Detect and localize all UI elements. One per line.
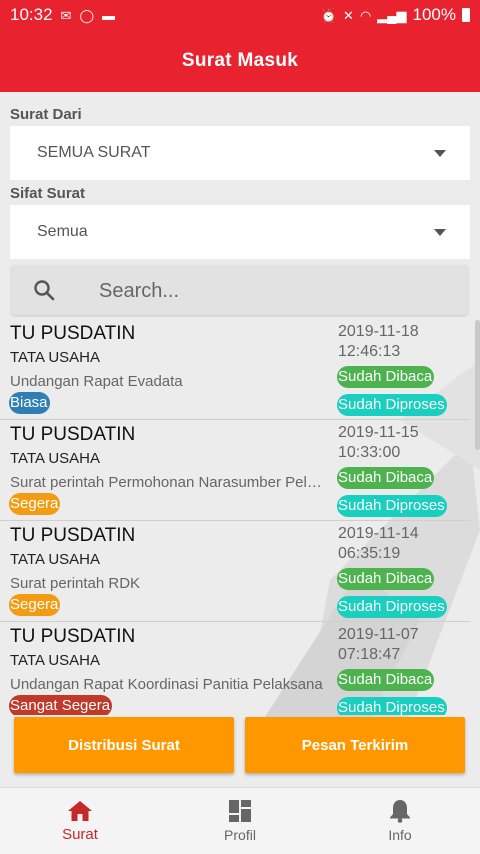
bell-icon (390, 800, 410, 823)
nav-profil[interactable]: Profil (160, 788, 320, 854)
letter-date: 2019-11-14 (338, 525, 419, 542)
status-bar: 10:32 ✉ ◯ ▬ ⏰ ✕ ◠ ▂▄▆ 100% (0, 0, 480, 30)
letter-datetime: 2019-11-18 12:46:13 (338, 322, 419, 362)
status-time: 10:32 (10, 5, 53, 24)
sifat-badge: Segera (9, 493, 61, 515)
scrollbar[interactable] (475, 320, 480, 450)
letter-time: 10:33:00 (338, 444, 401, 461)
surat-dari-dropdown[interactable]: SEMUA SURAT (10, 126, 470, 180)
app-bar: Surat Masuk (0, 30, 480, 92)
letter-datetime: 2019-11-07 07:18:47 (338, 625, 419, 665)
sifat-surat-value: Semua (37, 223, 88, 240)
read-status-badge: Sudah Dibaca (337, 467, 435, 489)
letter-item[interactable]: TU PUSDATIN TATA USAHA Undangan Rapat Ev… (0, 320, 470, 420)
home-icon (68, 800, 92, 821)
letter-date: 2019-11-07 (338, 626, 419, 643)
letter-subject: Undangan Rapat Koordinasi Panitia Pelaks… (10, 676, 323, 693)
letter-time: 12:46:13 (338, 343, 401, 360)
search-bar (11, 265, 468, 315)
sifat-badge: Sangat Segera (9, 695, 113, 715)
sifat-badge: Biasa (9, 392, 50, 414)
search-icon[interactable] (33, 279, 55, 301)
letter-list: TU PUSDATIN TATA USAHA Undangan Rapat Ev… (0, 320, 470, 715)
nav-profil-label: Profil (224, 827, 256, 843)
process-status-badge: Sudah Diproses (337, 697, 447, 715)
letter-time: 07:18:47 (338, 646, 401, 663)
process-status-badge: Sudah Diproses (337, 495, 447, 517)
read-status-badge: Sudah Dibaca (337, 366, 435, 388)
mail-icon: ✉ (60, 7, 72, 23)
sifat-badge: Segera (9, 594, 61, 616)
process-status-badge: Sudah Diproses (337, 394, 447, 416)
distribusi-surat-button[interactable]: Distribusi Surat (14, 717, 234, 773)
letter-sender: TU PUSDATIN (10, 323, 136, 344)
dashboard-icon (229, 800, 251, 822)
signal-icon: ▂▄▆ (377, 7, 407, 23)
dropdown-arrow-icon (434, 229, 446, 236)
read-status-badge: Sudah Dibaca (337, 568, 435, 590)
letter-item[interactable]: TU PUSDATIN TATA USAHA Surat perintah RD… (0, 522, 470, 622)
letter-item[interactable]: TU PUSDATIN TATA USAHA Undangan Rapat Ko… (0, 623, 470, 715)
battery-icon (462, 8, 470, 22)
battery-level: 100% (412, 5, 456, 24)
alarm-icon: ⏰ (320, 7, 338, 23)
letter-date: 2019-11-18 (338, 323, 419, 340)
bottom-navigation: Surat Profil Info (0, 787, 480, 854)
letter-unit: TATA USAHA (10, 551, 101, 568)
nav-info[interactable]: Info (320, 788, 480, 854)
read-status-badge: Sudah Dibaca (337, 669, 435, 691)
letter-sender: TU PUSDATIN (10, 626, 136, 647)
pesan-terkirim-button[interactable]: Pesan Terkirim (245, 717, 465, 773)
wifi-icon: ◠ (359, 7, 372, 23)
letter-unit: TATA USAHA (10, 349, 101, 366)
letter-unit: TATA USAHA (10, 652, 101, 669)
car-icon: ▬ (102, 7, 116, 23)
page-title: Surat Masuk (181, 50, 299, 71)
letter-subject: Surat perintah Permohonan Narasumber Pel… (10, 474, 325, 491)
dropdown-arrow-icon (434, 150, 446, 157)
nav-surat[interactable]: Surat (0, 788, 160, 854)
surat-dari-value: SEMUA SURAT (37, 144, 151, 161)
letter-datetime: 2019-11-14 06:35:19 (338, 524, 419, 564)
letter-subject: Undangan Rapat Evadata (10, 373, 183, 390)
letter-datetime: 2019-11-15 10:33:00 (338, 423, 419, 463)
sifat-surat-dropdown[interactable]: Semua (10, 205, 470, 259)
letter-date: 2019-11-15 (338, 424, 419, 441)
sifat-surat-label: Sifat Surat (10, 185, 86, 202)
nav-info-label: Info (388, 827, 412, 843)
letter-sender: TU PUSDATIN (10, 525, 136, 546)
surat-dari-label: Surat Dari (10, 106, 82, 123)
whatsapp-icon: ◯ (79, 7, 95, 23)
letter-sender: TU PUSDATIN (10, 424, 136, 445)
mute-icon: ✕ (343, 7, 354, 23)
search-input[interactable] (97, 275, 441, 307)
nav-surat-label: Surat (62, 825, 98, 843)
letter-unit: TATA USAHA (10, 450, 101, 467)
letter-time: 06:35:19 (338, 545, 401, 562)
letter-item[interactable]: TU PUSDATIN TATA USAHA Surat perintah Pe… (0, 421, 470, 521)
letter-subject: Surat perintah RDK (10, 575, 141, 592)
process-status-badge: Sudah Diproses (337, 596, 447, 618)
